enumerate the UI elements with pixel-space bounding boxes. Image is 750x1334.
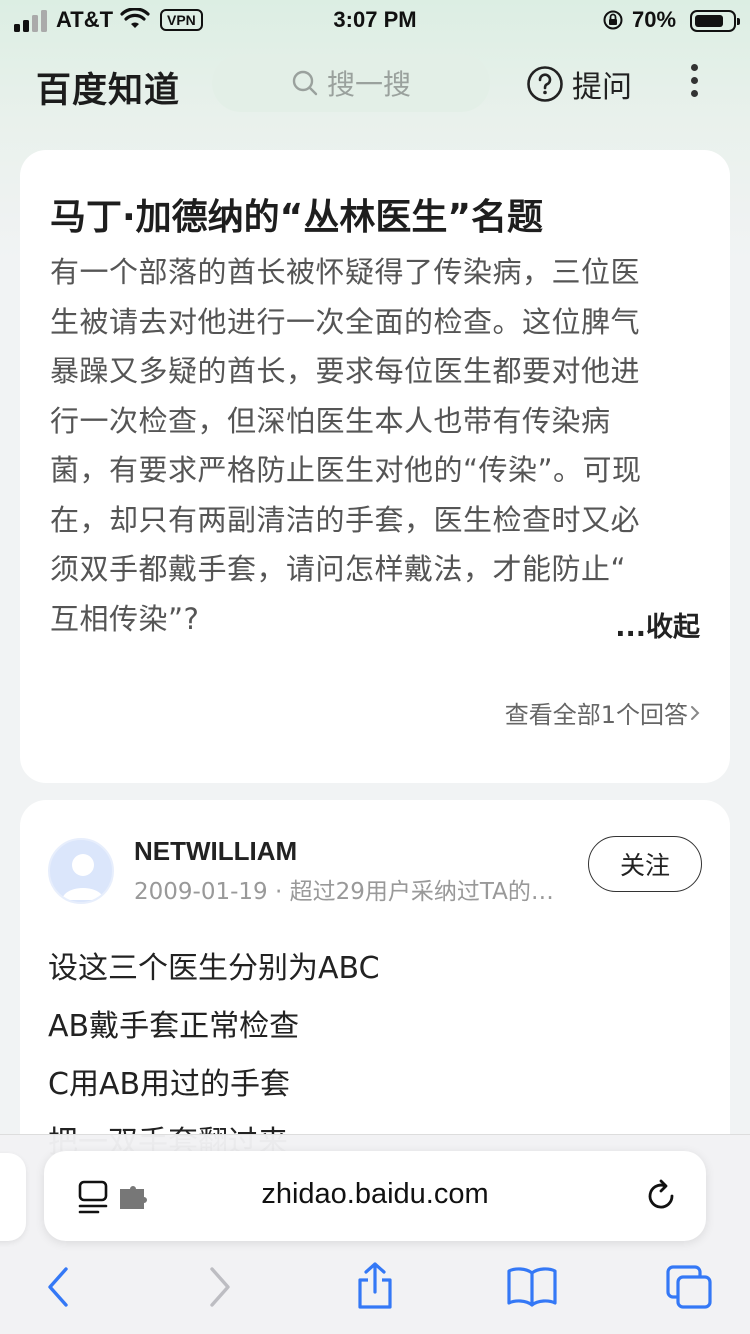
reload-icon[interactable] — [644, 1179, 678, 1217]
follow-button[interactable]: 关注 — [588, 836, 702, 892]
forward-icon[interactable] — [206, 1265, 234, 1313]
back-icon[interactable] — [44, 1265, 72, 1313]
search-icon — [292, 70, 318, 96]
question-line: 有一个部落的酋长被怀疑得了传染病，三位医 — [50, 255, 641, 289]
battery-icon — [690, 10, 740, 32]
question-title: 马丁·加德纳的“丛林医生”名题 — [50, 197, 543, 238]
ask-label: 提问 — [572, 70, 632, 105]
collapse-button[interactable]: ...收起 — [615, 605, 700, 644]
rotation-lock-icon — [602, 9, 624, 37]
browser-toolbar: zhidao.baidu.com — [0, 1134, 750, 1334]
answer-line: C用AB用过的手套 — [48, 1067, 291, 1102]
view-all-answers-link[interactable]: 查看全部1个回答 — [505, 695, 702, 730]
question-line: 行一次检查，但深怕医生本人也带有传染病 — [50, 403, 611, 438]
question-line: 菌，有要求严格防止医生对他的“传染”。可现 — [50, 453, 642, 487]
answer-line: AB戴手套正常检查 — [48, 1009, 300, 1044]
question-line: 须双手都戴手套，请问怎样戴法，才能防止“ — [50, 552, 627, 586]
view-all-label: 查看全部1个回答 — [504, 701, 688, 729]
tabs-icon[interactable] — [664, 1263, 714, 1315]
question-card: 马丁·加德纳的“丛林医生”名题 有一个部落的酋长被怀疑得了传染病，三位医 生被请… — [20, 150, 730, 783]
bookmarks-icon[interactable] — [506, 1265, 558, 1313]
chevron-right-icon — [691, 705, 700, 720]
question-icon — [527, 66, 563, 102]
avatar[interactable] — [48, 838, 114, 904]
battery-percent: 70% — [632, 7, 677, 32]
previous-tab-preview[interactable] — [0, 1153, 26, 1241]
status-bar: AT&T VPN 3:07 PM 70% — [0, 0, 750, 40]
baidu-zhidao-logo[interactable]: 百度知道 — [36, 62, 180, 113]
ask-question-button[interactable]: 提问 — [526, 62, 632, 106]
address-bar[interactable]: zhidao.baidu.com — [44, 1151, 706, 1241]
question-line: 互相传染”? — [50, 601, 200, 636]
question-line: 在，却只有两副清洁的手套，医生检查时又必 — [50, 502, 641, 537]
url-text: zhidao.baidu.com — [261, 1178, 489, 1210]
search-placeholder: 搜一搜 — [326, 68, 411, 101]
question-line: 暴躁又多疑的酋长，要求每位医生都要对他进 — [50, 354, 641, 388]
answer-meta: 2009-01-19 · 超过29用户采纳过TA的回答 — [134, 879, 564, 905]
navigation-row — [0, 1262, 750, 1315]
more-menu-icon[interactable] — [684, 64, 704, 104]
site-header: 百度知道 搜一搜 提问 — [0, 40, 750, 130]
question-line: 生被请去对他进行一次全面的检查。这位脾气 — [50, 304, 641, 339]
question-body: 有一个部落的酋长被怀疑得了传染病，三位医 生被请去对他进行一次全面的检查。这位脾… — [50, 248, 702, 644]
search-box[interactable]: 搜一搜 — [212, 54, 490, 112]
share-icon[interactable] — [354, 1261, 396, 1315]
answer-line: 设这三个医生分别为ABC — [48, 951, 380, 986]
answer-username[interactable]: NETWILLIAM — [134, 836, 297, 867]
